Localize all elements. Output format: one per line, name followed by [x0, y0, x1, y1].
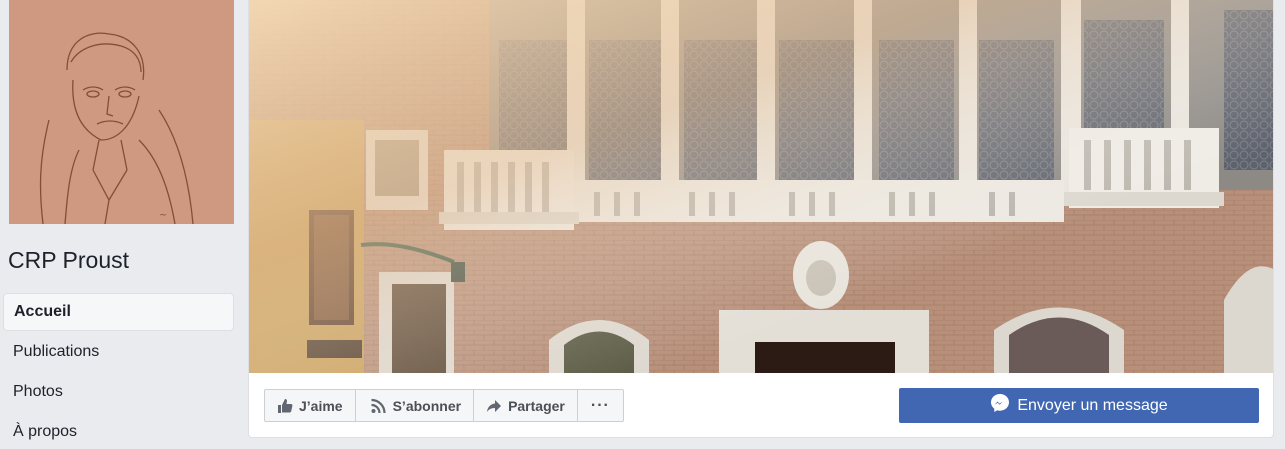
page-title: CRP Proust — [8, 247, 130, 273]
profile-picture[interactable]: ~ — [9, 0, 234, 224]
more-dots-icon: ··· — [590, 396, 610, 414]
more-options-button[interactable]: ··· — [576, 389, 624, 422]
send-message-label: Envoyer un message — [1017, 396, 1168, 414]
page-nav: Accueil Publications Photos À propos — [3, 293, 234, 449]
rss-icon — [370, 398, 387, 414]
thumbs-up-icon — [277, 398, 293, 414]
svg-text:~: ~ — [159, 210, 167, 221]
like-label: J’aime — [299, 397, 343, 414]
follow-label: S’abonner — [392, 397, 462, 414]
nav-item-photos[interactable]: Photos — [3, 373, 234, 411]
share-arrow-icon — [486, 398, 502, 414]
cover-card: J’aime S’abonner Partager ··· Envoyer un… — [248, 0, 1274, 438]
messenger-icon — [990, 393, 1010, 418]
send-message-button[interactable]: Envoyer un message — [899, 388, 1259, 423]
like-button[interactable]: J’aime — [264, 389, 356, 422]
nav-item-a-propos[interactable]: À propos — [3, 413, 234, 449]
portrait-sketch-image: ~ — [9, 0, 234, 224]
share-label: Partager — [508, 397, 565, 414]
share-button[interactable]: Partager — [473, 389, 578, 422]
follow-button[interactable]: S’abonner — [354, 389, 475, 422]
page-actions: J’aime S’abonner Partager ··· — [264, 389, 624, 422]
venetian-palazzo-cover-image — [249, 0, 1273, 373]
nav-item-accueil[interactable]: Accueil — [3, 293, 234, 331]
nav-item-publications[interactable]: Publications — [3, 333, 234, 371]
cover-photo[interactable] — [249, 0, 1273, 373]
